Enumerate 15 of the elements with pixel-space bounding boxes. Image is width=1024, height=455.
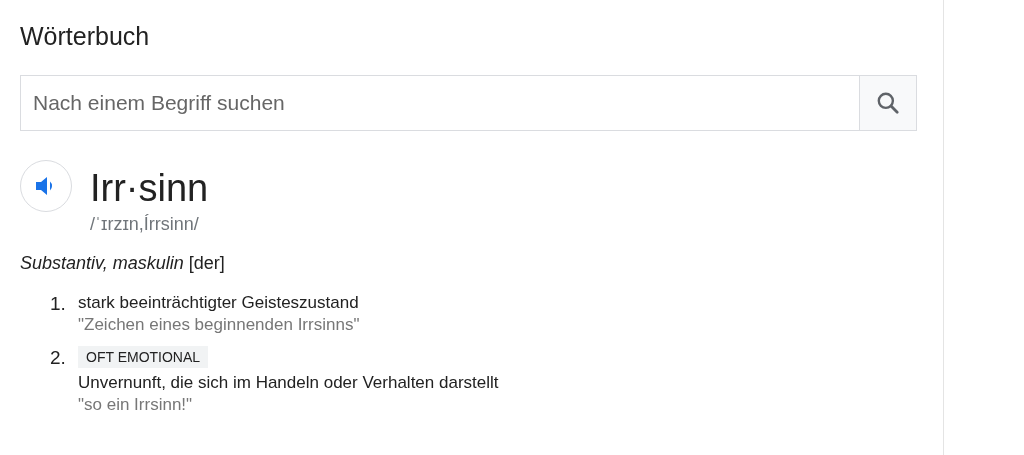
definition-number: 1.	[50, 292, 67, 316]
pronunciation-button[interactable]	[20, 160, 72, 212]
headword: Irr·sinn	[90, 166, 209, 211]
definition-text: Unvernunft, die sich im Handeln oder Verhalten darstellt	[78, 372, 499, 394]
phonetic-text: /ˈɪrzɪn,Írrsinn/	[90, 213, 200, 235]
search-button[interactable]	[859, 75, 917, 131]
definition-text: stark beeinträchtigter Geisteszustand	[78, 292, 359, 314]
dictionary-title: Wörterbuch	[20, 21, 151, 52]
search-icon	[875, 90, 901, 116]
search-field[interactable]: Nach einem Begriff suchen	[20, 75, 859, 131]
usage-label: OFT EMOTIONAL	[78, 346, 209, 368]
definition-number: 2.	[50, 346, 67, 370]
part-of-speech: Substantiv, maskulin [der]	[20, 253, 226, 274]
example-text: "so ein Irrsinn!"	[78, 394, 193, 416]
example-text: "Zeichen eines beginnenden Irrsinns"	[78, 314, 360, 336]
